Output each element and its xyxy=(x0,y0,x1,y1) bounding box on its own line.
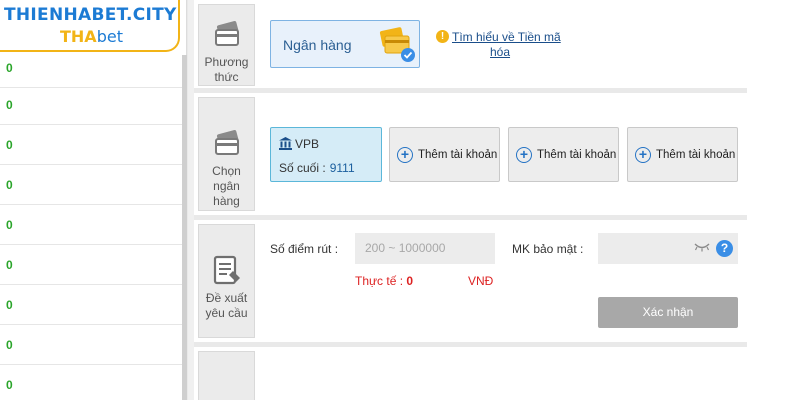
sidebar-row: 0 xyxy=(0,85,187,125)
security-password-label: MK bảo mật : xyxy=(512,242,584,256)
plus-circle-icon: + xyxy=(516,147,532,163)
card-icon xyxy=(214,21,239,46)
bank-cards-icon xyxy=(379,27,415,62)
bank-card-vpb[interactable]: VPB Số cuối :9111 xyxy=(270,127,382,182)
crypto-info-link[interactable]: ! Tìm hiểu về Tiền mã hóa xyxy=(436,30,561,60)
sidebar-row-value: 0 xyxy=(6,98,13,112)
add-account-button[interactable]: + Thêm tài khoản xyxy=(508,127,619,182)
sidebar-row: 0 xyxy=(0,165,187,205)
last-digits-label: Số cuối : xyxy=(279,161,326,175)
step-next xyxy=(198,351,255,400)
right-blank-area xyxy=(747,0,800,400)
info-icon: ! xyxy=(436,30,449,43)
last-digits-value: 9111 xyxy=(329,161,355,175)
sidebar-row: 0 xyxy=(0,285,187,325)
sidebar-scrollbar[interactable] xyxy=(182,55,187,400)
add-account-button[interactable]: + Thêm tài khoản xyxy=(627,127,738,182)
add-account-label: Thêm tài khoản xyxy=(418,149,498,161)
logo-text-sub-prefix: THA xyxy=(60,27,97,46)
form-document-icon xyxy=(213,255,240,285)
actual-amount: Thực tế : 0 xyxy=(355,274,413,288)
sidebar-row-value: 0 xyxy=(6,218,13,232)
amount-label: Số điểm rút : xyxy=(270,242,339,256)
add-account-label: Thêm tài khoản xyxy=(656,149,736,161)
method-option-bank-label: Ngân hàng xyxy=(283,37,352,53)
step-request-label: Đề xuất yêu cầu xyxy=(205,291,248,320)
amount-input[interactable]: 200 ~ 1000000 xyxy=(355,233,495,264)
logo-text-main: THIENHABET.CITY xyxy=(4,5,177,25)
crypto-info-link-line2: hóa xyxy=(490,45,511,59)
sidebar-row: 0 xyxy=(0,125,187,165)
card-icon xyxy=(214,130,239,155)
sidebar-row: 0 xyxy=(0,205,187,245)
sidebar-row-value: 0 xyxy=(6,338,13,352)
crypto-info-link-line1: Tìm hiểu về Tiền mã xyxy=(452,30,561,44)
logo-text-sub: THAbet xyxy=(60,27,123,46)
bank-building-icon xyxy=(279,137,292,150)
sidebar-row: 0 xyxy=(0,48,187,88)
sidebar-row: 0 xyxy=(0,245,187,285)
sidebar-row: 0 xyxy=(0,325,187,365)
step-choose-bank-label: Chọn ngân hàng xyxy=(212,164,241,208)
sidebar-row-value: 0 xyxy=(6,298,13,312)
currency-label: VNĐ xyxy=(468,274,494,288)
confirm-button[interactable]: Xác nhận xyxy=(598,297,738,328)
plus-circle-icon: + xyxy=(397,147,413,163)
brand-logo[interactable]: THIENHABET.CITY THAbet xyxy=(0,0,180,52)
help-icon[interactable]: ? xyxy=(716,240,733,257)
sidebar-row-value: 0 xyxy=(6,178,13,192)
bank-card-last-digits: Số cuối :9111 xyxy=(279,161,355,175)
actual-amount-label: Thực tế : xyxy=(355,274,404,288)
bank-card-name: VPB xyxy=(295,137,320,151)
sidebar-row-value: 0 xyxy=(6,61,13,75)
left-sidebar: THIENHABET.CITY THAbet 0 0 0 0 0 0 0 0 0 xyxy=(0,0,187,400)
method-panel: Phương thức Ngân hàng ! Tìm hiểu về Tiền… xyxy=(194,0,747,88)
eye-hidden-icon[interactable] xyxy=(694,242,710,252)
sidebar-row-value: 0 xyxy=(6,138,13,152)
plus-circle-icon: + xyxy=(635,147,651,163)
add-account-button[interactable]: + Thêm tài khoản xyxy=(389,127,500,182)
sidebar-row-value: 0 xyxy=(6,258,13,272)
add-account-label: Thêm tài khoản xyxy=(537,149,617,161)
sidebar-row-value: 0 xyxy=(6,378,13,392)
next-panel xyxy=(194,347,747,400)
step-method-label: Phương thức xyxy=(204,55,249,84)
step-method: Phương thức xyxy=(198,4,255,86)
step-request: Đề xuất yêu cầu xyxy=(198,224,255,338)
sidebar-row: 0 xyxy=(0,365,187,400)
method-option-bank[interactable]: Ngân hàng xyxy=(270,20,420,68)
step-choose-bank: Chọn ngân hàng xyxy=(198,97,255,211)
logo-text-sub-suffix: bet xyxy=(96,27,123,46)
actual-amount-value: 0 xyxy=(406,274,414,288)
